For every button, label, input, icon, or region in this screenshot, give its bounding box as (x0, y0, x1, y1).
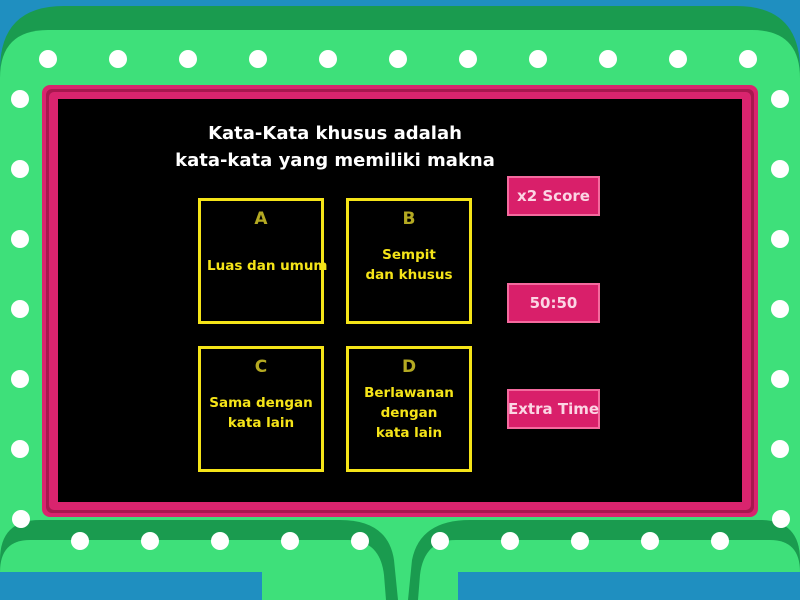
marquee-light-icon (599, 50, 617, 68)
marquee-light-icon (771, 160, 789, 178)
answer-text-line: kata lain (375, 425, 443, 441)
answer-letter: B (402, 209, 416, 229)
question-text: Kata-Kata khusus adalah kata-kata yang m… (130, 120, 540, 174)
question-line-1: Kata-Kata khusus adalah (208, 123, 462, 144)
answer-letter: C (254, 357, 268, 377)
marquee-light-icon (351, 532, 369, 550)
marquee-light-icon (11, 440, 29, 458)
marquee-light-icon (179, 50, 197, 68)
marquee-light-icon (431, 532, 449, 550)
answer-text-line: kata lain (227, 415, 295, 431)
marquee-light-icon (669, 50, 687, 68)
marquee-light-icon (571, 532, 589, 550)
marquee-light-icon (501, 532, 519, 550)
marquee-light-icon (211, 532, 229, 550)
marquee-light-icon (459, 50, 477, 68)
marquee-light-icon (39, 50, 57, 68)
marquee-light-icon (109, 50, 127, 68)
marquee-light-icon (711, 532, 729, 550)
marquee-light-icon (11, 160, 29, 178)
marquee-light-icon (529, 50, 547, 68)
answer-text-line: Berlawanan (364, 385, 454, 401)
marquee-light-icon (739, 50, 757, 68)
double-score-button[interactable]: x2 Score (507, 176, 600, 216)
marquee-light-icon (12, 510, 30, 528)
answer-letter: A (254, 209, 268, 229)
fifty-fifty-button[interactable]: 50:50 (507, 283, 600, 323)
marquee-light-icon (771, 370, 789, 388)
answer-text: Sama dengan kata lain (207, 393, 315, 433)
marquee-light-icon (11, 370, 29, 388)
answer-text-line: dan khusus (365, 267, 453, 283)
answer-text: Luas dan umum (207, 256, 328, 276)
question-line-2: kata-kata yang memiliki makna (175, 150, 495, 171)
marquee-light-icon (771, 90, 789, 108)
answer-c[interactable]: C Sama dengan kata lain (198, 346, 324, 472)
marquee-light-icon (771, 440, 789, 458)
answer-text: Berlawanan dengan kata lain (355, 383, 463, 443)
answer-b[interactable]: B Sempit dan khusus (346, 198, 472, 324)
extra-time-button[interactable]: Extra Time (507, 389, 600, 429)
marquee-light-icon (389, 50, 407, 68)
answer-letter: D (401, 357, 417, 377)
marquee-light-icon (11, 90, 29, 108)
marquee-light-icon (249, 50, 267, 68)
answer-text-line: dengan (380, 405, 438, 421)
marquee-light-icon (71, 532, 89, 550)
marquee-light-icon (771, 300, 789, 318)
answer-text-line: Sama dengan (209, 395, 313, 411)
answer-text: Sempit dan khusus (355, 245, 463, 285)
answer-d[interactable]: D Berlawanan dengan kata lain (346, 346, 472, 472)
marquee-light-icon (141, 532, 159, 550)
marquee-light-icon (772, 510, 790, 528)
marquee-light-icon (771, 230, 789, 248)
answer-a[interactable]: A Luas dan umum (198, 198, 328, 324)
answer-text-line: Sempit (382, 247, 436, 263)
marquee-light-icon (641, 532, 659, 550)
answer-text-line: Luas dan umum (207, 258, 328, 274)
marquee-light-icon (11, 300, 29, 318)
marquee-light-icon (319, 50, 337, 68)
marquee-light-icon (11, 230, 29, 248)
marquee-light-icon (281, 532, 299, 550)
